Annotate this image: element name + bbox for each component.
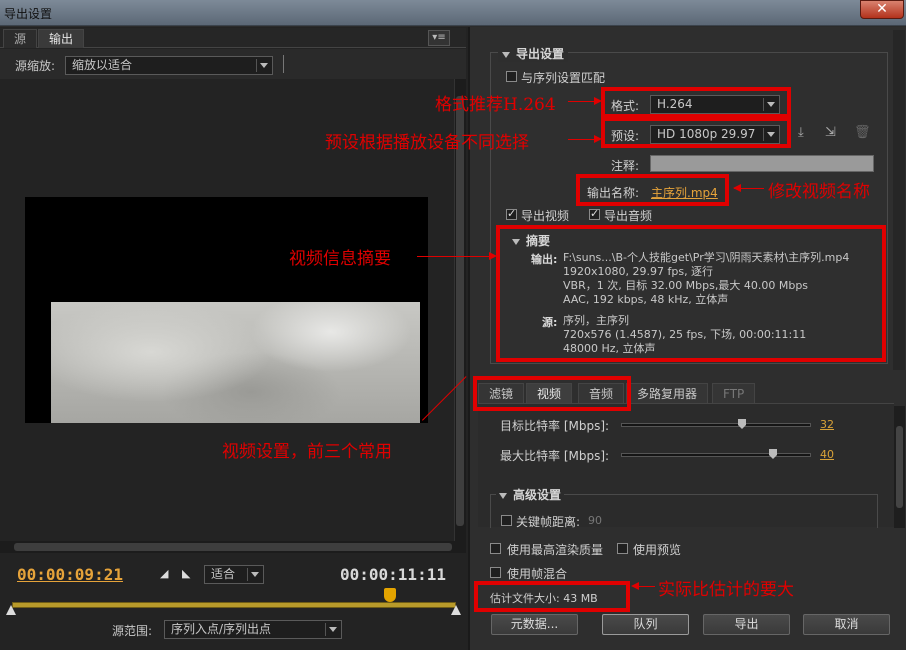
queue-button[interactable]: 队列	[602, 614, 689, 635]
vertical-scrollbar[interactable]	[893, 30, 905, 370]
playhead[interactable]	[384, 588, 396, 602]
annotation-preset: 预设根据播放设备不同选择	[325, 133, 529, 153]
frame-blending-checkbox[interactable]	[490, 567, 501, 578]
annotation-arrowhead	[594, 135, 602, 143]
source-zoom-dropdown[interactable]: 缩放以适合	[65, 56, 273, 75]
use-preview-checkbox[interactable]	[617, 543, 628, 554]
annotation-arrow-line	[417, 256, 493, 257]
annotation-arrowhead	[733, 184, 741, 192]
source-range-label: 源范围:	[112, 624, 153, 638]
in-point-handle[interactable]	[6, 605, 16, 615]
close-button[interactable]: ✕	[860, 0, 904, 19]
annotation-box-tabs	[473, 376, 631, 411]
fit-dropdown[interactable]: 适合	[204, 565, 264, 584]
max-bitrate-label: 最大比特率 [Mbps]:	[500, 449, 610, 463]
annotation-box-format	[601, 87, 791, 118]
comment-label: 注释:	[611, 159, 640, 173]
comment-input[interactable]	[650, 155, 874, 172]
out-point-handle[interactable]	[451, 605, 461, 615]
keyframe-distance-checkbox[interactable]	[501, 515, 512, 526]
scrollbar-thumb[interactable]	[896, 426, 903, 508]
tab-ftp[interactable]: FTP	[712, 383, 756, 403]
title-bar	[0, 0, 906, 26]
annotation-tabs: 视频设置，前三个常用	[222, 442, 392, 462]
panel-menu-icon[interactable]: ▾≡	[428, 30, 450, 46]
source-range-dropdown[interactable]: 序列入点/序列出点	[164, 620, 342, 639]
max-bitrate-value[interactable]: 40	[820, 448, 834, 461]
annotation-file-size: 实际比估计的要大	[658, 580, 794, 600]
import-preset-icon[interactable]: ⇲	[825, 125, 836, 140]
tab-output[interactable]: 输出	[38, 29, 85, 48]
export-video-checkbox[interactable]	[506, 207, 517, 220]
export-video-label: 导出视频	[521, 209, 570, 223]
export-settings-heading[interactable]: 导出设置	[498, 45, 569, 62]
annotation-box-summary	[496, 225, 886, 362]
fit-value: 适合	[211, 567, 236, 581]
target-bitrate-value[interactable]: 32	[820, 418, 834, 431]
annotation-arrowhead	[631, 582, 639, 590]
annotation-arrowhead	[489, 252, 497, 260]
annotation-box-preset	[601, 117, 791, 148]
tab-multiplexer[interactable]: 多路复用器	[626, 383, 709, 403]
scrollbar-thumb[interactable]	[14, 543, 452, 551]
mark-in-icon[interactable]: ◢	[160, 567, 172, 581]
advanced-settings-title: 高级设置	[513, 488, 562, 502]
use-preview-label: 使用预览	[633, 543, 682, 557]
chevron-down-icon	[256, 59, 270, 72]
scrollbar-thumb[interactable]	[456, 96, 464, 526]
window-title: 导出设置	[4, 7, 53, 21]
max-render-quality-label: 使用最高渲染质量	[507, 543, 604, 557]
source-range-value: 序列入点/序列出点	[171, 622, 272, 636]
chevron-down-icon	[325, 623, 339, 636]
keyframe-distance-label: 关键帧距离:	[516, 515, 581, 529]
source-zoom-value: 缩放以适合	[72, 58, 133, 72]
export-audio-label: 导出音频	[604, 209, 653, 223]
target-bitrate-label: 目标比特率 [Mbps]:	[500, 419, 610, 433]
target-bitrate-slider[interactable]	[621, 423, 811, 427]
total-timecode: 00:00:11:11	[340, 565, 446, 584]
frame-blending-label: 使用帧混合	[507, 567, 568, 581]
annotation-output-name: 修改视频名称	[768, 182, 870, 202]
keyframe-distance-value[interactable]: 90	[588, 514, 602, 527]
source-zoom-label: 源缩放:	[15, 59, 56, 73]
timeline-track[interactable]	[12, 602, 456, 608]
mark-out-icon[interactable]: ◣	[182, 567, 194, 581]
export-audio-checkbox[interactable]	[589, 207, 600, 220]
annotation-box-output-name	[576, 174, 729, 206]
tab-source[interactable]: 源	[3, 29, 38, 48]
collapse-triangle-icon	[502, 52, 510, 58]
match-sequence-label: 与序列设置匹配	[521, 71, 606, 85]
metadata-button[interactable]: 元数据...	[491, 614, 578, 635]
cancel-button[interactable]: 取消	[803, 614, 890, 635]
match-sequence-checkbox[interactable]	[506, 71, 517, 82]
max-render-quality-checkbox[interactable]	[490, 543, 501, 554]
annotation-box-file-size	[474, 581, 630, 612]
advanced-settings-heading[interactable]: 高级设置	[496, 486, 565, 503]
current-timecode[interactable]: 00:00:09:21	[17, 565, 123, 584]
chevron-down-icon	[247, 568, 261, 581]
collapse-triangle-icon	[499, 493, 507, 499]
delete-preset-icon[interactable]: 🗑	[854, 125, 871, 140]
annotation-arrowhead	[594, 97, 602, 105]
save-preset-icon[interactable]: ⤓	[798, 125, 804, 140]
annotation-format: 格式推荐H.264	[435, 95, 556, 115]
annotation-summary: 视频信息摘要	[289, 249, 391, 269]
divider	[283, 55, 284, 73]
export-settings-title: 导出设置	[516, 47, 565, 61]
max-bitrate-slider[interactable]	[621, 453, 811, 457]
export-button[interactable]: 导出	[703, 614, 790, 635]
preview-image	[51, 302, 420, 423]
